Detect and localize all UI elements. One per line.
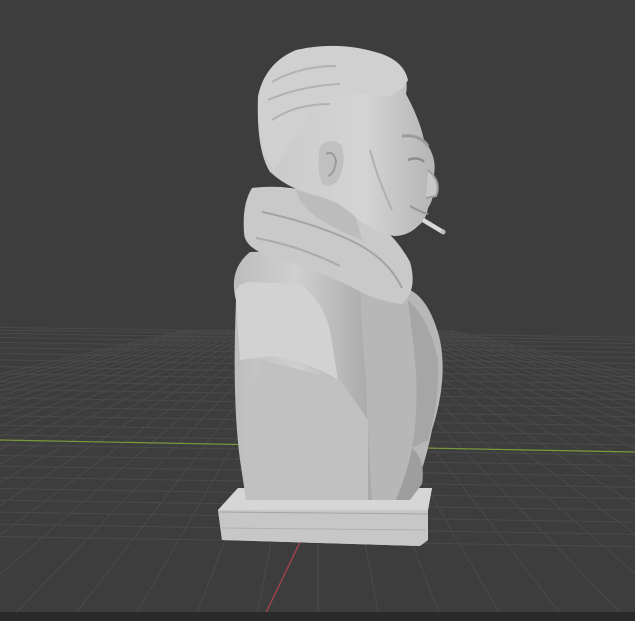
3d-viewport[interactable] — [0, 0, 635, 621]
viewport-bottom-bar — [0, 612, 635, 621]
viewport-scene[interactable] — [0, 0, 635, 621]
